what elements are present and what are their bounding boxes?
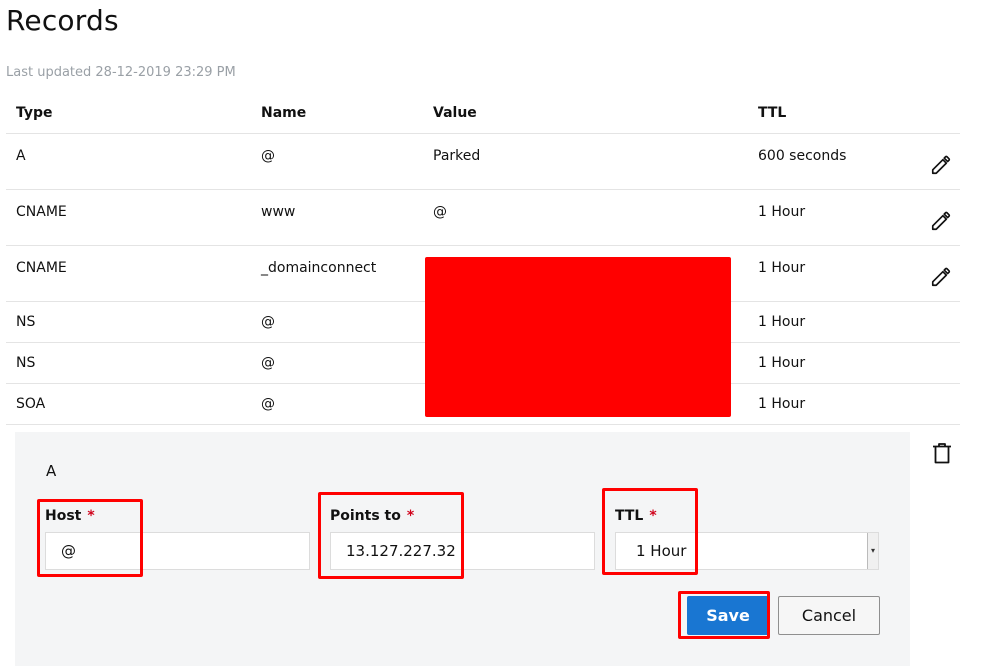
save-button[interactable]: Save (687, 596, 769, 635)
record-type: SOA (16, 396, 46, 412)
table-header: Type Name Value TTL (6, 94, 960, 134)
record-ttl: 1 Hour (758, 314, 806, 330)
ttl-select[interactable]: 1 Hour ▾ (615, 532, 879, 570)
page-title: Records (6, 4, 119, 37)
ttl-select-value: 1 Hour (636, 542, 687, 560)
cancel-button[interactable]: Cancel (778, 596, 880, 635)
edit-record-panel: A Host * Points to * TTL * 1 Hour ▾ Save Ca… (15, 432, 910, 666)
host-input[interactable] (45, 532, 310, 570)
record-name: @ (261, 148, 275, 164)
record-name: www (261, 204, 296, 220)
header-type: Type (16, 105, 53, 121)
record-ttl: 1 Hour (758, 260, 806, 276)
record-type: CNAME (16, 204, 67, 220)
pencil-icon[interactable] (930, 210, 952, 232)
header-value: Value (433, 105, 477, 121)
last-updated-text: Last updated 28-12-2019 23:29 PM (6, 65, 236, 80)
record-type: A (16, 148, 26, 164)
record-ttl: 600 seconds (758, 148, 847, 164)
ttl-label-text: TTL (615, 508, 644, 524)
record-ttl: 1 Hour (758, 355, 806, 371)
record-value: @ (433, 204, 447, 220)
record-name: @ (261, 314, 275, 330)
required-mark: * (406, 508, 415, 524)
host-label: Host * (45, 508, 95, 524)
ttl-label: TTL * (615, 508, 657, 524)
points-to-label: Points to * (330, 508, 414, 524)
record-name: @ (261, 396, 275, 412)
header-ttl: TTL (758, 105, 787, 121)
header-name: Name (261, 105, 307, 121)
table-row: A @ Parked 600 seconds (6, 134, 960, 190)
record-ttl: 1 Hour (758, 204, 806, 220)
points-to-input[interactable] (330, 532, 595, 570)
pencil-icon[interactable] (930, 266, 952, 288)
required-mark: * (649, 508, 657, 524)
record-type: NS (16, 355, 36, 371)
required-mark: * (87, 508, 95, 524)
record-type: CNAME (16, 260, 67, 276)
host-label-text: Host (45, 508, 82, 524)
points-to-label-text: Points to (330, 508, 401, 524)
pencil-icon[interactable] (930, 154, 952, 176)
record-value: Parked (433, 148, 481, 164)
redaction-box (425, 257, 731, 417)
record-name: @ (261, 355, 275, 371)
trash-icon[interactable] (932, 442, 952, 464)
table-row: CNAME www @ 1 Hour (6, 190, 960, 246)
caret-down-icon: ▾ (867, 533, 878, 569)
record-type: NS (16, 314, 36, 330)
edit-record-type: A (46, 462, 57, 480)
record-name: _domainconnect (261, 260, 377, 276)
record-ttl: 1 Hour (758, 396, 806, 412)
